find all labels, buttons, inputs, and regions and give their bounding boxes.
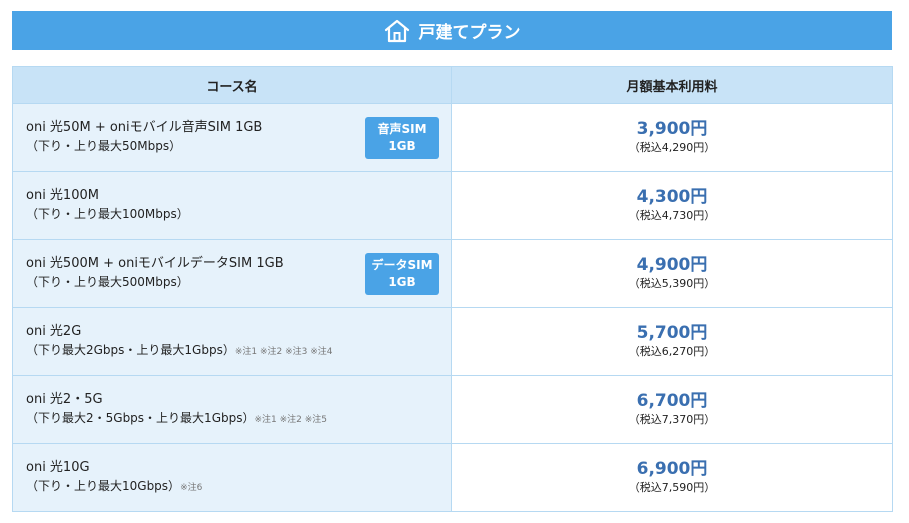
course-name: oni 光100M	[26, 188, 99, 203]
header-monthly-fee: 月額基本利用料	[451, 66, 893, 104]
course-name: oni 光500M + oniモバイルデータSIM 1GB	[26, 256, 284, 271]
course-speed-line: （下り最大2Gbps・上り最大1Gbps）※注1 ※注2 ※注3 ※注4	[26, 341, 333, 362]
sim-badge-type: 音声SIM	[377, 122, 427, 136]
price-cell: 3,900円 （税込4,290円）	[451, 103, 893, 172]
price-tax-included: （税込4,290円）	[628, 141, 716, 154]
sim-badge-capacity: 1GB	[388, 139, 416, 153]
course-name: oni 光10G	[26, 460, 90, 475]
sim-badge: 音声SIM 1GB	[365, 117, 439, 159]
sim-badge: データSIM 1GB	[365, 253, 439, 295]
price-cell: 6,700円 （税込7,370円）	[451, 375, 893, 444]
course-speed-line: （下り・上り最大10Gbps）※注6	[26, 477, 202, 498]
course-info: oni 光10G （下り・上り最大10Gbps）※注6	[26, 458, 202, 498]
course-info: oni 光2・5G （下り最大2・5Gbps・上り最大1Gbps）※注1 ※注2 …	[26, 390, 327, 430]
price-amount: 3,900円	[636, 119, 708, 139]
table-row: oni 光2・5G （下り最大2・5Gbps・上り最大1Gbps）※注1 ※注2 …	[12, 375, 893, 444]
house-icon	[384, 19, 409, 42]
price-amount: 4,900円	[636, 255, 708, 275]
course-speed: （下り・上り最大50Mbps）	[26, 139, 182, 153]
header-course-name: コース名	[12, 66, 452, 104]
course-cell: oni 光50M + oniモバイル音声SIM 1GB （下り・上り最大50Mbp…	[12, 103, 452, 172]
price-cell: 5,700円 （税込6,270円）	[451, 307, 893, 376]
course-cell: oni 光2・5G （下り最大2・5Gbps・上り最大1Gbps）※注1 ※注2 …	[12, 375, 452, 444]
course-speed-line: （下り・上り最大500Mbps）	[26, 273, 284, 292]
sim-badge-type: データSIM	[371, 258, 433, 272]
price-tax-included: （税込4,730円）	[628, 209, 716, 222]
price-cell: 4,300円 （税込4,730円）	[451, 171, 893, 240]
price-tax-included: （税込5,390円）	[628, 277, 716, 290]
table-row: oni 光2G （下り最大2Gbps・上り最大1Gbps）※注1 ※注2 ※注3 …	[12, 307, 893, 376]
course-info: oni 光100M （下り・上り最大100Mbps）	[26, 186, 189, 224]
course-speed: （下り・上り最大500Mbps）	[26, 275, 189, 289]
price-cell: 6,900円 （税込7,590円）	[451, 443, 893, 512]
plan-banner: 戸建てプラン	[12, 11, 892, 50]
course-cell: oni 光500M + oniモバイルデータSIM 1GB （下り・上り最大500…	[12, 239, 452, 308]
price-amount: 5,700円	[636, 323, 708, 343]
course-speed-line: （下り最大2・5Gbps・上り最大1Gbps）※注1 ※注2 ※注5	[26, 409, 327, 430]
course-name: oni 光2G	[26, 324, 82, 339]
table-row: oni 光500M + oniモバイルデータSIM 1GB （下り・上り最大500…	[12, 239, 893, 308]
sim-badge-capacity: 1GB	[388, 275, 416, 289]
course-cell: oni 光2G （下り最大2Gbps・上り最大1Gbps）※注1 ※注2 ※注3 …	[12, 307, 452, 376]
price-amount: 6,700円	[636, 391, 708, 411]
price-amount: 6,900円	[636, 459, 708, 479]
banner-title: 戸建てプラン	[418, 23, 521, 43]
course-cell: oni 光10G （下り・上り最大10Gbps）※注6	[12, 443, 452, 512]
course-info: oni 光50M + oniモバイル音声SIM 1GB （下り・上り最大50Mbp…	[26, 118, 262, 156]
course-speed-line: （下り・上り最大50Mbps）	[26, 137, 262, 156]
price-tax-included: （税込6,270円）	[628, 345, 716, 358]
plan-table: コース名 月額基本利用料 oni 光50M + oniモバイル音声SIM 1GB…	[12, 66, 893, 512]
course-notes: ※注6	[180, 483, 203, 493]
course-speed-line: （下り・上り最大100Mbps）	[26, 205, 189, 224]
course-name: oni 光2・5G	[26, 392, 103, 407]
table-row: oni 光50M + oniモバイル音声SIM 1GB （下り・上り最大50Mbp…	[12, 103, 893, 172]
table-row: oni 光10G （下り・上り最大10Gbps）※注6 6,900円 （税込7,590…	[12, 443, 893, 512]
course-notes: ※注1 ※注2 ※注3 ※注4	[234, 347, 333, 357]
course-notes: ※注1 ※注2 ※注5	[254, 415, 328, 425]
course-speed: （下り・上り最大10Gbps）	[26, 479, 181, 493]
course-cell: oni 光100M （下り・上り最大100Mbps）	[12, 171, 452, 240]
price-tax-included: （税込7,590円）	[628, 481, 716, 494]
course-info: oni 光2G （下り最大2Gbps・上り最大1Gbps）※注1 ※注2 ※注3 …	[26, 322, 333, 362]
table-row: oni 光100M （下り・上り最大100Mbps） 4,300円 （税込4,730円…	[12, 171, 893, 240]
course-info: oni 光500M + oniモバイルデータSIM 1GB （下り・上り最大500…	[26, 254, 284, 292]
course-speed: （下り最大2Gbps・上り最大1Gbps）	[26, 343, 235, 357]
price-amount: 4,300円	[636, 187, 708, 207]
course-speed: （下り最大2・5Gbps・上り最大1Gbps）	[26, 411, 255, 425]
course-speed: （下り・上り最大100Mbps）	[26, 207, 189, 221]
price-tax-included: （税込7,370円）	[628, 413, 716, 426]
price-cell: 4,900円 （税込5,390円）	[451, 239, 893, 308]
course-name: oni 光50M + oniモバイル音声SIM 1GB	[26, 120, 263, 135]
